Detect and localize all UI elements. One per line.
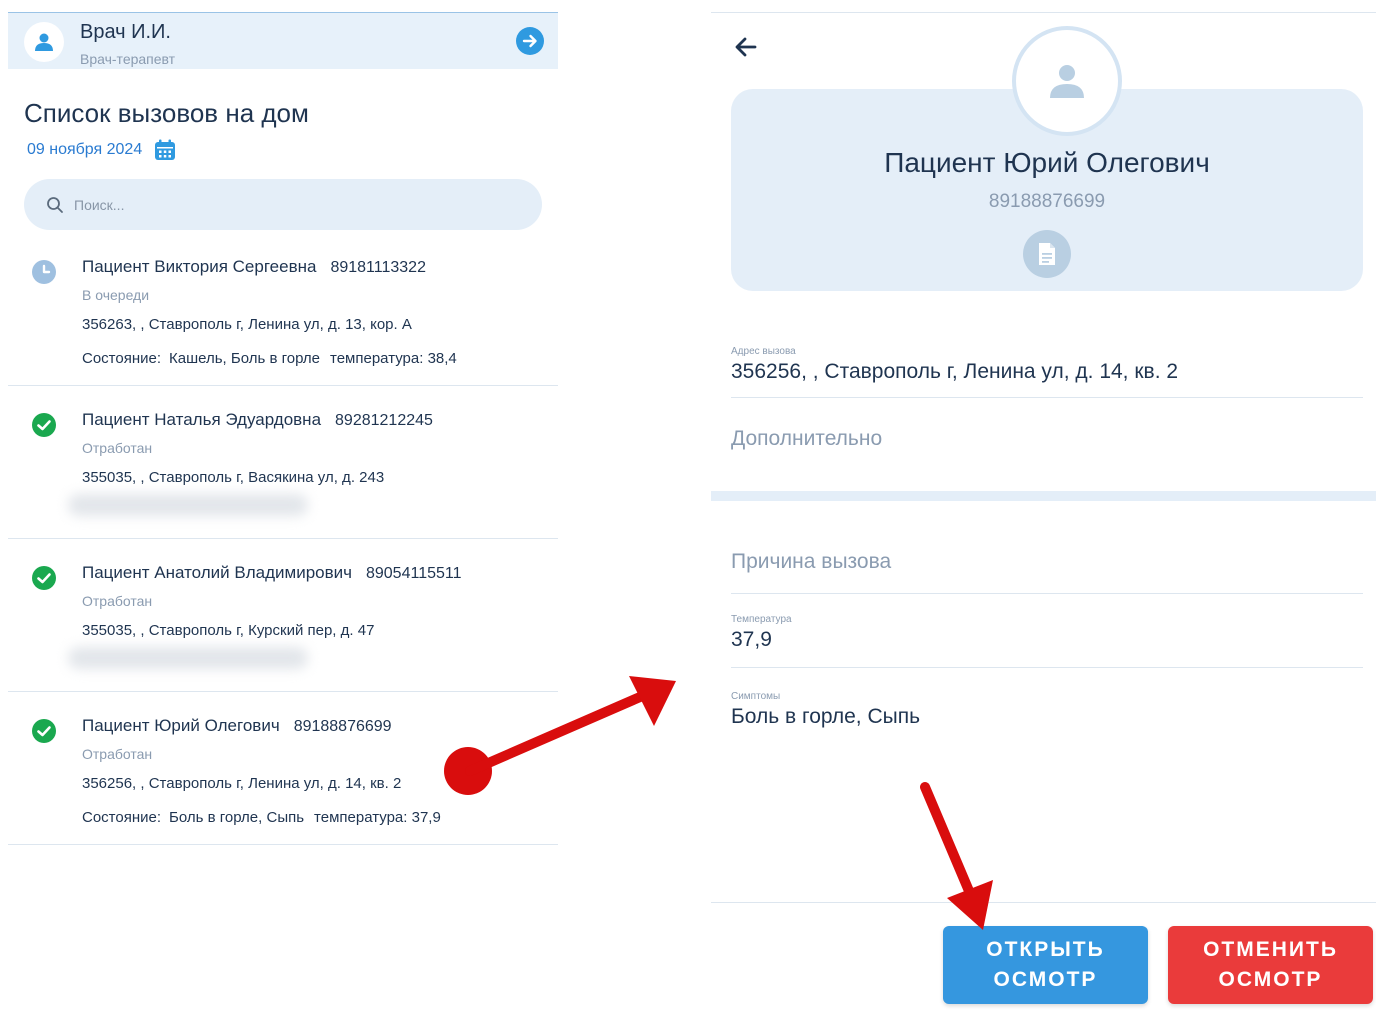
open-button-line-2: ОСМОТР	[993, 968, 1098, 991]
patient-name: Пациент Виктория Сергеевна	[82, 257, 317, 276]
patient-phone: 89054115511	[365, 565, 462, 582]
call-status: В очереди	[82, 287, 150, 303]
patient-name: Пациент Юрий Олегович	[884, 147, 1210, 178]
patient-phone: 89281212245	[335, 412, 433, 429]
call-list-item[interactable]: Пациент Наталья Эдуардовна 89281212245 О…	[8, 386, 558, 539]
divider	[731, 667, 1363, 668]
call-list-item[interactable]: Пациент Виктория Сергеевна 89181113322 В…	[8, 233, 558, 386]
condition-value: Кашель, Боль в горле	[169, 350, 321, 367]
search-bar	[24, 179, 542, 230]
call-address: 355035, , Ставрополь г, Курский пер, д. …	[82, 622, 375, 639]
page-title: Список вызовов на дом	[24, 98, 309, 128]
call-address: 356263, , Ставрополь г, Ленина ул, д. 13…	[82, 316, 412, 333]
clock-icon	[32, 260, 56, 284]
arrow-right-icon	[522, 34, 537, 48]
logout-button[interactable]	[516, 27, 544, 55]
call-status: Отработан	[82, 593, 153, 609]
symptoms-label: Симптомы	[731, 691, 781, 702]
document-icon	[1039, 243, 1055, 265]
user-icon	[35, 33, 53, 51]
patient-phone: 89181113322	[330, 259, 426, 276]
condition-value: Боль в горле, Сыпь	[169, 809, 305, 826]
check-circle-icon	[32, 413, 56, 437]
document-button[interactable]	[1023, 230, 1071, 278]
search-icon	[47, 196, 63, 213]
open-button-line-1: ОТКРЫТЬ	[986, 938, 1105, 961]
call-detail-screen: Пациент Юрий Олегович 89188876699 Адрес …	[711, 0, 1376, 1021]
address-value: 356256, , Ставрополь г, Ленина ул, д. 14…	[731, 360, 1179, 383]
call-address: 356256, , Ставрополь г, Ленина ул, д. 14…	[82, 775, 402, 792]
call-condition: Состояние: Кашель, Боль в горле температур…	[82, 350, 457, 367]
reason-section-title: Причина вызова	[731, 550, 892, 573]
call-status: Отработан	[82, 746, 153, 762]
date-selector: 09 ноября 2024	[27, 139, 176, 161]
doctor-avatar	[24, 22, 64, 62]
temperature-value: температура: 38,4	[330, 350, 457, 367]
symptoms-value: Боль в горле, Сыпь	[731, 705, 921, 728]
search-input[interactable]	[74, 196, 514, 213]
check-circle-icon	[32, 719, 56, 743]
call-address: 355035, , Ставрополь г, Васякина ул, д. …	[82, 469, 385, 486]
divider	[731, 397, 1363, 398]
address-label: Адрес вызова	[731, 346, 796, 357]
call-list-screen: Врач И.И. Врач-терапевт Список вызовов н…	[0, 0, 560, 1021]
doctor-name: Врач И.И.	[80, 21, 171, 43]
condition-label: Состояние:	[82, 809, 162, 826]
temperature-value: температура: 37,9	[314, 809, 441, 826]
divider	[731, 593, 1363, 594]
patient-card: Пациент Юрий Олегович 89188876699	[731, 26, 1363, 291]
redacted-condition	[68, 494, 308, 516]
patient-name: Пациент Анатолий Владимирович	[82, 563, 352, 582]
cancel-button-line-2: ОСМОТР	[1218, 968, 1323, 991]
patient-phone: 89188876699	[293, 718, 392, 735]
temperature-value: 37,9	[731, 628, 772, 651]
divider	[711, 902, 1376, 903]
patient-name: Пациент Наталья Эдуардовна	[82, 410, 322, 429]
doctor-header: Врач И.И. Врач-терапевт	[8, 12, 558, 69]
section-divider	[711, 491, 1376, 501]
patient-name: Пациент Юрий Олегович	[82, 716, 280, 735]
call-list-item[interactable]: Пациент Анатолий Владимирович 8905411551…	[8, 539, 558, 692]
open-examination-button[interactable]: ОТКРЫТЬ ОСМОТР	[943, 926, 1148, 1004]
check-circle-icon	[32, 566, 56, 590]
call-condition: Состояние: Боль в горле, Сыпь температура:…	[82, 809, 441, 826]
user-icon	[1050, 65, 1084, 98]
call-status: Отработан	[82, 440, 153, 456]
calendar-icon[interactable]	[154, 139, 176, 161]
call-list-item[interactable]: Пациент Юрий Олегович 89188876699 Отрабо…	[8, 692, 558, 845]
redacted-condition	[68, 647, 308, 669]
cancel-button-line-1: ОТМЕНИТЬ	[1203, 938, 1338, 961]
patient-phone: 89188876699	[988, 191, 1106, 212]
condition-label: Состояние:	[82, 350, 162, 367]
patient-avatar	[1012, 26, 1122, 136]
temperature-label: Температура	[731, 614, 792, 625]
doctor-role: Врач-терапевт	[80, 51, 176, 67]
back-arrow-icon[interactable]	[733, 34, 759, 60]
additional-section-title: Дополнительно	[731, 427, 883, 450]
selected-date[interactable]: 09 ноября 2024	[27, 141, 142, 159]
cancel-examination-button[interactable]: ОТМЕНИТЬ ОСМОТР	[1168, 926, 1373, 1004]
divider	[711, 12, 1376, 13]
